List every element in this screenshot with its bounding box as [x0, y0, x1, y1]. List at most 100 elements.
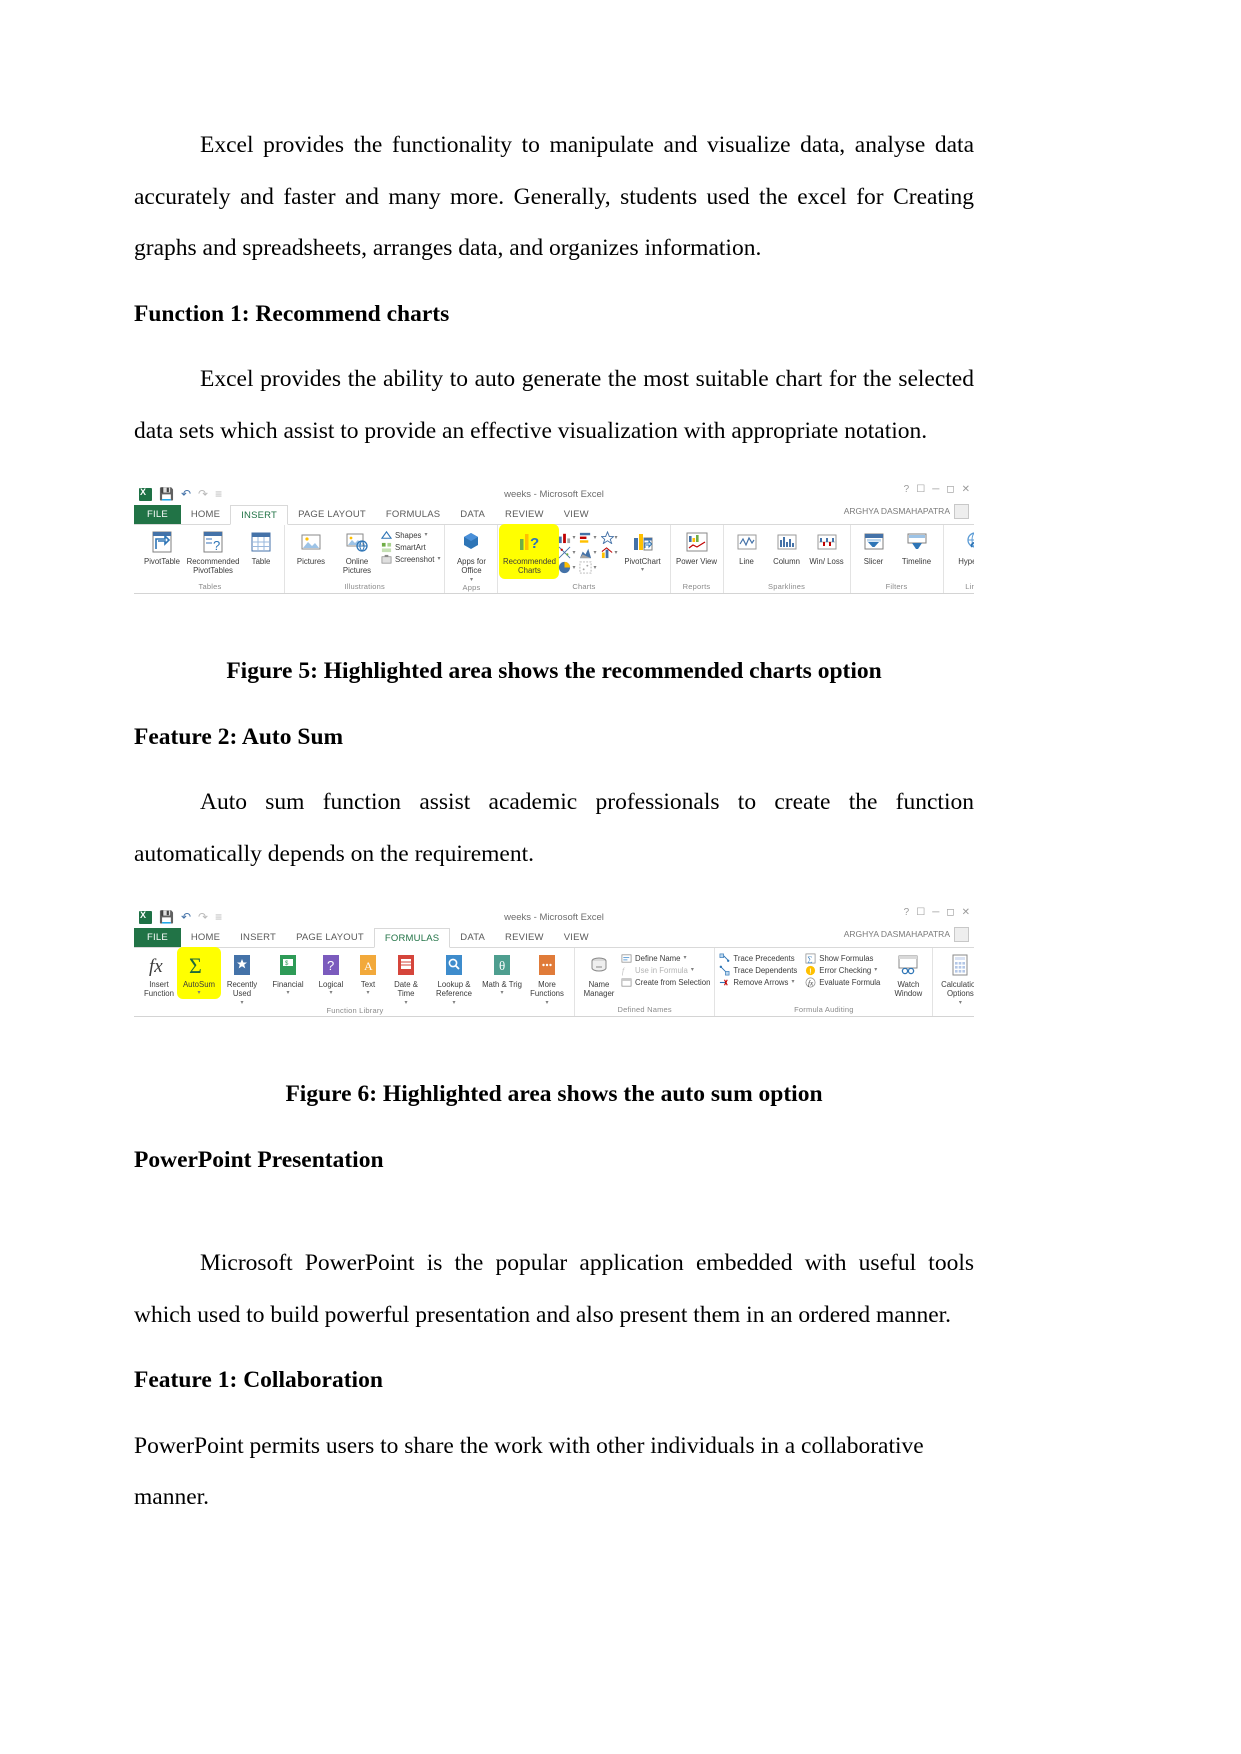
undo-icon[interactable]: ↶	[181, 488, 191, 500]
tab-file[interactable]: FILE	[134, 505, 181, 524]
ribbon-display-options-icon[interactable]: ☐	[916, 907, 925, 918]
close-icon[interactable]: ✕	[962, 484, 970, 495]
hyperlink-button[interactable]: Hyperlink	[948, 527, 974, 566]
chevron-down-icon[interactable]: ▾	[197, 989, 200, 996]
other-charts-button[interactable]: ▾	[579, 561, 597, 574]
shapes-button[interactable]: Shapes ▾	[381, 530, 440, 541]
evaluate-formula-button[interactable]: fx Evaluate Formula	[805, 977, 880, 988]
apps-for-office-button[interactable]: Apps for Office ▾	[449, 527, 493, 583]
help-icon[interactable]: ?	[904, 907, 910, 918]
chevron-down-icon[interactable]: ▾	[615, 534, 618, 541]
tab-home[interactable]: HOME	[181, 928, 230, 947]
column-chart-button[interactable]: ▾	[558, 531, 575, 544]
chevron-down-icon[interactable]: ▾	[572, 534, 575, 541]
redo-icon[interactable]: ↷	[198, 911, 208, 923]
tab-insert[interactable]: INSERT	[230, 505, 289, 525]
chevron-down-icon[interactable]: ▾	[470, 576, 473, 583]
tab-view[interactable]: VIEW	[554, 505, 599, 524]
save-icon[interactable]: 💾	[159, 911, 174, 923]
quick-access-toolbar[interactable]: 💾 ↶ ↷ ≡	[134, 487, 222, 501]
chevron-down-icon[interactable]: ▾	[500, 989, 503, 996]
restore-icon[interactable]: ◻	[946, 484, 954, 495]
slicer-button[interactable]: Slicer	[855, 527, 893, 566]
window-controls[interactable]: ? ☐ ─ ◻ ✕	[904, 907, 970, 918]
trace-dependents-button[interactable]: Trace Dependents	[719, 965, 797, 976]
show-formulas-button[interactable]: ∑ Show Formulas	[805, 953, 880, 964]
recommended-charts-button[interactable]: ? Recommended Charts	[502, 527, 557, 576]
tab-data[interactable]: DATA	[450, 928, 495, 947]
chevron-down-icon[interactable]: ▾	[366, 989, 369, 996]
chevron-down-icon[interactable]: ▾	[874, 965, 877, 976]
sparkline-column-button[interactable]: Column	[768, 527, 806, 566]
define-name-button[interactable]: Define Name ▾	[621, 953, 710, 964]
chevron-down-icon[interactable]: ▾	[641, 566, 644, 573]
chevron-down-icon[interactable]: ▾	[452, 999, 455, 1006]
customize-quick-access-icon[interactable]: ≡	[215, 488, 222, 500]
window-controls[interactable]: ? ☐ ─ ◻ ✕	[904, 484, 970, 495]
table-button[interactable]: Table	[242, 527, 280, 566]
close-icon[interactable]: ✕	[962, 907, 970, 918]
undo-icon[interactable]: ↶	[181, 911, 191, 923]
text-function-button[interactable]: A Text ▾	[352, 950, 384, 996]
date-time-button[interactable]: Date & Time ▾	[386, 950, 426, 1006]
help-icon[interactable]: ?	[904, 484, 910, 495]
timeline-button[interactable]: Timeline	[895, 527, 939, 566]
calculation-options-button[interactable]: Calculation Options ▾	[937, 950, 974, 1006]
remove-arrows-button[interactable]: Remove Arrows ▾	[719, 977, 797, 988]
more-functions-button[interactable]: More Functions ▾	[524, 950, 570, 1006]
math-trig-button[interactable]: θ Math & Trig ▾	[482, 950, 522, 996]
chevron-down-icon[interactable]: ▾	[684, 953, 687, 964]
chevron-down-icon[interactable]: ▾	[404, 999, 407, 1006]
ribbon-display-options-icon[interactable]: ☐	[916, 484, 925, 495]
chevron-down-icon[interactable]: ▾	[593, 549, 596, 556]
chevron-down-icon[interactable]: ▾	[593, 534, 596, 541]
minimize-icon[interactable]: ─	[932, 484, 939, 495]
redo-icon[interactable]: ↷	[198, 488, 208, 500]
sparkline-win-loss-button[interactable]: Win/ Loss	[808, 527, 846, 566]
name-manager-button[interactable]: Name Manager	[579, 950, 619, 999]
chevron-down-icon[interactable]: ▾	[959, 999, 962, 1006]
scatter-chart-button[interactable]: ▾	[558, 546, 575, 559]
sparkline-line-button[interactable]: Line	[728, 527, 766, 566]
pie-chart-button[interactable]: ▾	[558, 561, 575, 574]
minimize-icon[interactable]: ─	[932, 907, 939, 918]
chevron-down-icon[interactable]: ▾	[791, 977, 794, 988]
smartart-button[interactable]: SmartArt	[381, 542, 440, 553]
chevron-down-icon[interactable]: ▾	[593, 564, 596, 571]
recommended-pivot-tables-button[interactable]: ? Recommended PivotTables	[186, 527, 240, 576]
tab-review[interactable]: REVIEW	[495, 928, 554, 947]
chevron-down-icon[interactable]: ▾	[286, 989, 289, 996]
chevron-down-icon[interactable]: ▾	[572, 549, 575, 556]
pivot-chart-button[interactable]: PivotChart ▾	[620, 527, 666, 573]
chevron-down-icon[interactable]: ▾	[437, 554, 440, 565]
quick-access-toolbar[interactable]: 💾 ↶ ↷ ≡	[134, 910, 222, 924]
tab-insert[interactable]: INSERT	[230, 928, 286, 947]
tab-formulas[interactable]: FORMULAS	[373, 928, 451, 948]
restore-icon[interactable]: ◻	[946, 907, 954, 918]
screenshot-button[interactable]: Screenshot ▾	[381, 554, 440, 565]
bar-chart-button[interactable]: ▾	[579, 531, 597, 544]
tab-file[interactable]: FILE	[134, 928, 181, 947]
power-view-button[interactable]: Power View	[675, 527, 719, 566]
tab-data[interactable]: DATA	[450, 505, 495, 524]
chevron-down-icon[interactable]: ▾	[572, 564, 575, 571]
tab-page-layout[interactable]: PAGE LAYOUT	[288, 505, 376, 524]
insert-function-button[interactable]: fx Insert Function	[140, 950, 178, 999]
stock-chart-button[interactable]: ▾	[600, 531, 618, 544]
financial-button[interactable]: $ Financial ▾	[266, 950, 310, 996]
chevron-down-icon[interactable]: ▾	[545, 999, 548, 1006]
user-account-icon[interactable]	[954, 927, 969, 942]
tab-view[interactable]: VIEW	[554, 928, 599, 947]
recently-used-button[interactable]: Recently Used ▾	[220, 950, 264, 1006]
trace-precedents-button[interactable]: Trace Precedents	[719, 953, 797, 964]
chevron-down-icon[interactable]: ▾	[424, 530, 427, 541]
combo-chart-button[interactable]: ▾	[601, 546, 618, 559]
tab-page-layout[interactable]: PAGE LAYOUT	[286, 928, 374, 947]
online-pictures-button[interactable]: Online Pictures	[335, 527, 379, 576]
pivot-table-button[interactable]: PivotTable	[140, 527, 184, 566]
create-from-selection-button[interactable]: Create from Selection	[621, 977, 710, 988]
auto-sum-button[interactable]: Σ AutoSum ▾	[180, 950, 218, 997]
logical-button[interactable]: ? Logical ▾	[312, 950, 350, 996]
area-chart-button[interactable]: ▾	[579, 546, 597, 559]
user-account-icon[interactable]	[954, 504, 969, 519]
